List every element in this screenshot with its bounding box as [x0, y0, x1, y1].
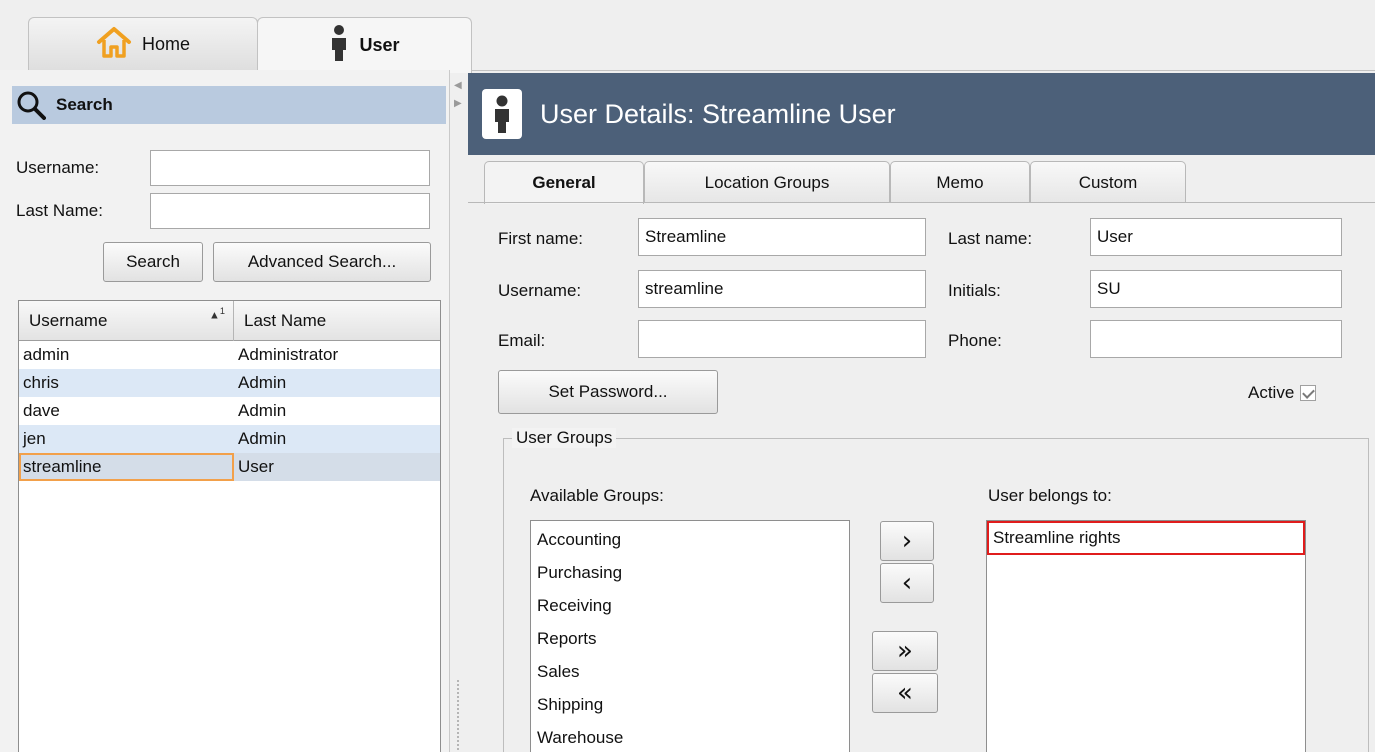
table-row[interactable]: chris Admin [19, 369, 440, 397]
username-label: Username: [498, 281, 582, 300]
lastname-label: Last Name: [16, 201, 103, 220]
initials-label: Initials: [948, 281, 1001, 300]
home-icon [96, 26, 132, 63]
last-name-label: Last name: [948, 229, 1033, 248]
set-password-button[interactable]: Set Password... [498, 370, 718, 414]
row-username: chris [23, 373, 59, 392]
table-row-selected[interactable]: streamline User [19, 453, 440, 481]
row-username: dave [23, 401, 60, 420]
search-header-label: Search [56, 95, 113, 114]
tab-custom[interactable]: Custom [1030, 161, 1186, 203]
top-tab-bar: Home User [0, 0, 1375, 73]
tab-home[interactable]: Home [28, 17, 258, 71]
panel-splitter[interactable]: ◀ ▶ [450, 70, 468, 752]
column-header-lastname[interactable]: Last Name [234, 301, 440, 341]
sort-order-number: 1 [219, 306, 225, 316]
active-label: Active [1248, 383, 1295, 402]
sort-ascending-icon: ▲1 [209, 306, 225, 322]
details-tabs: General Location Groups Memo Custom [468, 161, 1375, 204]
search-icon [16, 90, 46, 120]
tab-underline [468, 202, 1375, 203]
advanced-search-button[interactable]: Advanced Search... [213, 242, 431, 282]
move-all-left-button[interactable]: « [872, 673, 938, 713]
column-username-label: Username [29, 311, 108, 330]
user-details-panel: User Details: Streamline User General Lo… [468, 73, 1375, 752]
tab-user[interactable]: User [257, 17, 472, 73]
search-button[interactable]: Search [103, 242, 203, 282]
tab-user-label: User [359, 35, 400, 55]
move-right-button[interactable]: › [880, 521, 934, 561]
phone-label: Phone: [948, 331, 1002, 350]
first-name-field[interactable]: Streamline [638, 218, 926, 256]
last-name-field[interactable]: User [1090, 218, 1342, 256]
list-item[interactable]: Shipping [531, 688, 849, 721]
collapse-right-arrow-icon[interactable]: ▶ [454, 98, 462, 109]
table-header: Username ▲1 Last Name [19, 301, 440, 341]
list-item[interactable]: Receiving [531, 589, 849, 622]
column-lastname-label: Last Name [244, 311, 327, 330]
username-row: Username: [16, 150, 430, 186]
search-header: Search [12, 86, 446, 124]
available-groups-label: Available Groups: [530, 486, 664, 505]
active-checkbox-row[interactable]: Active [1248, 383, 1317, 403]
row-lastname: Admin [238, 429, 287, 448]
details-title: User Details: Streamline User [540, 98, 896, 129]
lastname-row: Last Name: [16, 193, 430, 229]
email-label: Email: [498, 331, 546, 350]
initials-field[interactable]: SU [1090, 270, 1342, 308]
row-username: streamline [19, 453, 234, 481]
username-field[interactable]: streamline [638, 270, 926, 308]
tab-general[interactable]: General [484, 161, 644, 204]
user-icon [329, 24, 349, 67]
email-field[interactable] [638, 320, 926, 358]
list-item[interactable]: Sales [531, 655, 849, 688]
user-groups-legend: User Groups [512, 428, 617, 448]
row-lastname: User [238, 457, 274, 476]
row-username: admin [23, 345, 70, 364]
table-row[interactable]: admin Administrator [19, 341, 440, 369]
list-item[interactable]: Accounting [531, 523, 849, 556]
table-row[interactable]: dave Admin [19, 397, 440, 425]
list-item[interactable]: Purchasing [531, 556, 849, 589]
tab-home-label: Home [141, 34, 190, 54]
move-left-button[interactable]: ‹ [880, 563, 934, 603]
phone-field[interactable] [1090, 320, 1342, 358]
user-results-table: Username ▲1 Last Name admin Administrato… [18, 300, 441, 752]
column-header-username[interactable]: Username ▲1 [19, 301, 234, 341]
first-name-label: First name: [498, 229, 584, 248]
collapse-left-arrow-icon[interactable]: ◀ [454, 80, 462, 91]
active-checkbox-checked-icon[interactable] [1300, 385, 1317, 401]
search-lastname-input[interactable] [150, 193, 430, 229]
list-item[interactable]: Reports [531, 622, 849, 655]
list-item[interactable]: Warehouse [531, 721, 849, 752]
tab-location-groups[interactable]: Location Groups [644, 161, 890, 203]
tab-memo[interactable]: Memo [890, 161, 1030, 203]
search-username-input[interactable] [150, 150, 430, 186]
row-lastname: Administrator [238, 345, 339, 364]
username-label: Username: [16, 158, 100, 177]
move-all-right-button[interactable]: » [872, 631, 938, 671]
details-header: User Details: Streamline User [468, 73, 1375, 155]
tab-divider-line [472, 70, 1375, 71]
row-lastname: Admin [238, 401, 287, 420]
list-item-streamline-rights[interactable]: Streamline rights [987, 521, 1305, 555]
row-username: jen [23, 429, 46, 448]
splitter-grip[interactable] [457, 680, 460, 750]
table-body: admin Administrator chris Admin dave Adm… [19, 341, 440, 481]
row-lastname: Admin [238, 373, 287, 392]
table-row[interactable]: jen Admin [19, 425, 440, 453]
user-icon [482, 89, 522, 139]
user-belongs-to-label: User belongs to: [988, 486, 1112, 505]
available-groups-list[interactable]: Accounting Purchasing Receiving Reports … [530, 520, 850, 752]
user-belongs-to-list[interactable]: Streamline rights [986, 520, 1306, 752]
